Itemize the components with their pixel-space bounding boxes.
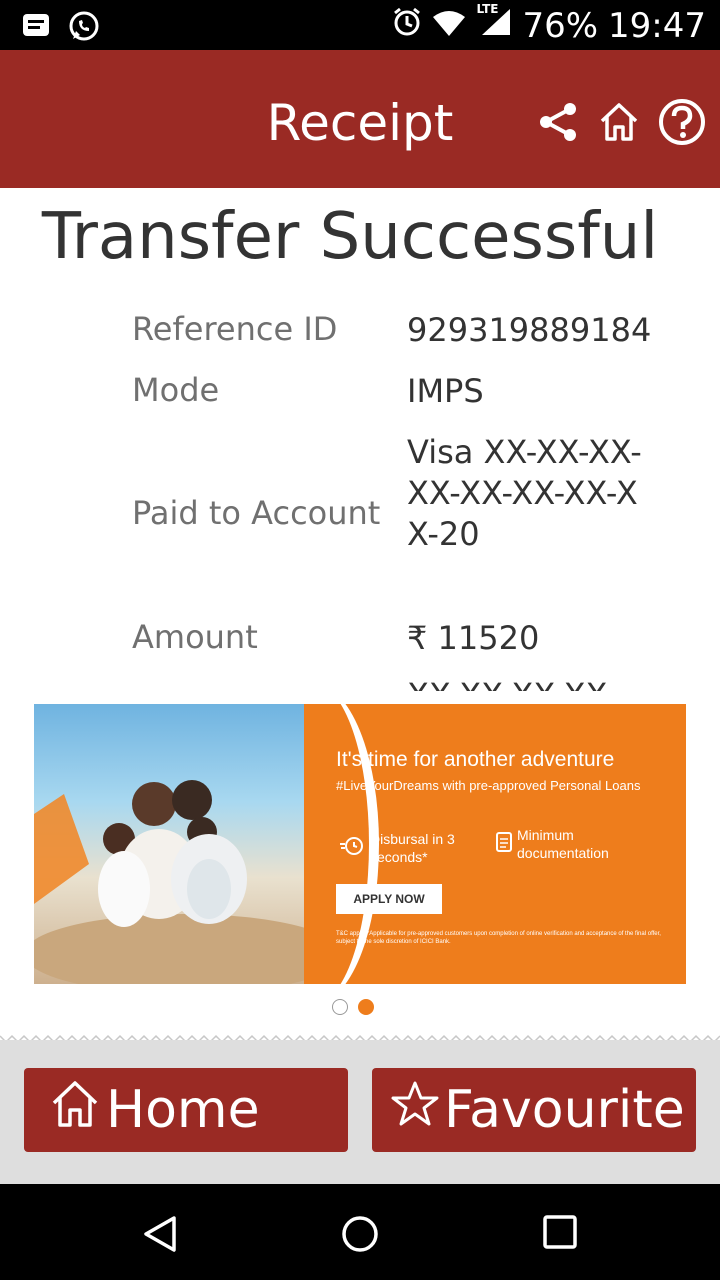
battery-percent: 76% xyxy=(522,6,599,46)
receipt-row-account: Paid to Account Visa XX-XX-XX-XX-XX-XX-X… xyxy=(132,432,652,596)
carousel-dot-2[interactable] xyxy=(358,999,374,1015)
app-bar: Receipt xyxy=(0,50,720,188)
banner-disclaimer: T&C apply. *Applicable for pre-approved … xyxy=(336,931,661,945)
carousel-dot-1[interactable] xyxy=(332,999,348,1015)
status-bar: LTE 76% 19:47 xyxy=(0,0,720,50)
transfer-status-heading: Transfer Successful xyxy=(41,200,659,274)
home-icon[interactable] xyxy=(598,101,640,148)
whatsapp-icon xyxy=(68,10,100,47)
receipt-content: Transfer Successful Reference ID 9293198… xyxy=(0,188,720,1040)
receipt-row-partial: XX-XX-XX-XX xyxy=(132,675,652,691)
alarm-icon xyxy=(392,6,422,46)
star-icon xyxy=(390,1079,440,1142)
reference-id-value: 929319889184 xyxy=(407,311,652,349)
amount-label: Amount xyxy=(132,618,258,656)
banner-subtitle: #LiveYourDreams with pre-approved Person… xyxy=(336,778,641,793)
mode-label: Mode xyxy=(132,371,220,409)
favourite-button[interactable]: Favourite xyxy=(372,1068,696,1152)
paid-to-account-value: Visa XX-XX-XX-XX-XX-XX-XX-XX-20 xyxy=(407,433,642,553)
system-navigation-bar xyxy=(0,1184,720,1280)
signal-icon: LTE xyxy=(476,2,512,46)
document-icon xyxy=(496,832,512,857)
banner-feature-disbursal: Disbursal in 3 seconds* xyxy=(370,831,455,865)
apply-now-button[interactable]: APPLY NOW xyxy=(336,884,442,914)
wifi-icon xyxy=(432,6,466,46)
favourite-button-label: Favourite xyxy=(444,1080,685,1140)
mode-value: IMPS xyxy=(407,372,484,410)
message-icon xyxy=(22,13,50,44)
stopwatch-icon xyxy=(340,834,364,861)
home-button[interactable]: Home xyxy=(24,1068,348,1152)
home-nav-icon[interactable] xyxy=(340,1214,380,1259)
share-icon[interactable] xyxy=(536,100,580,149)
bottom-action-bar: Home Favourite xyxy=(0,1040,720,1184)
home-button-icon xyxy=(50,1079,100,1142)
reference-id-label: Reference ID xyxy=(132,310,338,348)
banner-title: It's time for another adventure xyxy=(336,748,615,771)
partial-row-value: XX-XX-XX-XX xyxy=(407,675,652,691)
home-button-label: Home xyxy=(106,1080,260,1140)
clock: 19:47 xyxy=(608,6,706,46)
paid-to-account-label: Paid to Account xyxy=(132,494,381,532)
recents-icon[interactable] xyxy=(542,1214,578,1255)
back-icon[interactable] xyxy=(140,1214,180,1259)
promo-banner[interactable]: It's time for another adventure #LiveYou… xyxy=(34,704,686,984)
help-icon[interactable] xyxy=(658,98,706,151)
carousel-indicator xyxy=(332,999,374,1015)
banner-feature-documentation: Minimum documentation xyxy=(517,827,609,861)
amount-value: ₹ 11520 xyxy=(407,619,540,657)
